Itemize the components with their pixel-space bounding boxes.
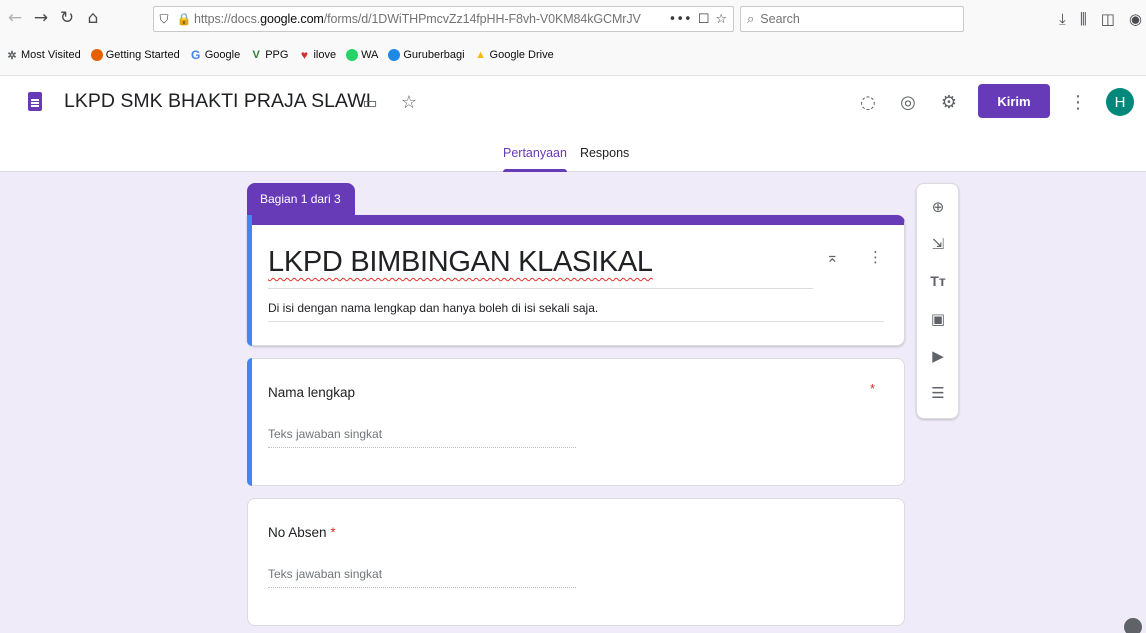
palette-icon[interactable]: ◌ [856, 90, 880, 114]
tab-pertanyaan[interactable]: Pertanyaan [503, 146, 567, 172]
bookmark-star-icon[interactable]: ☆ [715, 12, 727, 27]
browser-toolbar-right: ⤓ ⫼ ◫ ◉ [1059, 6, 1142, 32]
url-bar[interactable]: ⛉ 🔒 https://docs.google.com/forms/d/1DWi… [153, 6, 734, 32]
divider [268, 321, 884, 322]
more-vert-icon[interactable]: ⋮ [1066, 90, 1090, 114]
question-card[interactable]: Nama lengkap * Teks jawaban singkat [247, 358, 905, 486]
divider [268, 288, 813, 289]
document-title[interactable]: LKPD SMK BHAKTI PRAJA SLAWI [64, 90, 371, 113]
form-floating-toolbar: ⊕ ⇲ Tт ▣ ▶ ☰ [916, 183, 959, 419]
account-icon[interactable]: ◉ [1129, 10, 1142, 28]
add-section-icon[interactable]: ☰ [927, 382, 949, 404]
focus-accent-bar [247, 358, 252, 486]
firefox-icon [90, 49, 103, 61]
google-icon: G [191, 48, 201, 62]
search-icon: ⌕ [747, 11, 755, 27]
add-title-icon[interactable]: Tт [927, 270, 949, 292]
answer-line [268, 447, 576, 448]
settings-icon[interactable]: ⚙ [937, 90, 961, 114]
bookmark-google-drive[interactable]: ▲ Google Drive [475, 49, 554, 61]
required-asterisk: * [330, 525, 336, 540]
question-label[interactable]: Nama lengkap [268, 385, 355, 400]
form-title[interactable]: LKPD BIMBINGAN KLASIKAL [268, 246, 653, 279]
question-label[interactable]: No Absen * [268, 525, 336, 540]
whatsapp-icon [346, 49, 359, 61]
avatar[interactable]: H [1106, 88, 1134, 116]
gear-icon: ✲ [7, 49, 17, 62]
library-icon[interactable]: ⫼ [1080, 10, 1087, 28]
star-icon[interactable]: ☆ [397, 90, 421, 114]
answer-placeholder: Teks jawaban singkat [268, 427, 383, 441]
folder-icon[interactable]: ▭ [358, 90, 382, 114]
help-icon[interactable] [1124, 618, 1142, 633]
bookmark-wa[interactable]: WA [346, 49, 378, 61]
bookmark-ppg[interactable]: V PPG [250, 49, 289, 61]
form-title-card[interactable]: LKPD BIMBINGAN KLASIKAL ⌅ ⋮ Di isi denga… [247, 215, 905, 346]
download-icon[interactable]: ⤓ [1059, 10, 1066, 28]
send-button[interactable]: Kirim [978, 84, 1050, 118]
forms-tabs: Pertanyaan Respons [503, 146, 629, 172]
search-placeholder: Search [760, 12, 800, 26]
heart-icon: ♥ [300, 48, 308, 62]
bookmark-guruberbagi[interactable]: Guruberbagi [388, 49, 465, 61]
collapse-icon[interactable]: ⌅ [826, 248, 839, 266]
page-actions-icon[interactable]: ••• [669, 12, 692, 27]
back-arrow-icon[interactable]: ← [2, 5, 28, 31]
more-vert-icon[interactable]: ⋮ [868, 248, 883, 266]
answer-line [268, 587, 576, 588]
lock-icon[interactable]: 🔒 [174, 12, 194, 26]
url-text[interactable]: https://docs.google.com/forms/d/1DWiTHPm… [194, 12, 669, 26]
bookmark-getting-started[interactable]: Getting Started [90, 49, 180, 61]
forward-arrow-icon[interactable]: → [28, 5, 54, 31]
bookmarks-toolbar: ✲ Most Visited Getting Started G Google VP… [0, 36, 1146, 76]
browser-search-bar[interactable]: ⌕ Search [740, 6, 964, 32]
ppg-icon: V [252, 49, 260, 61]
shield-icon[interactable]: ⛉ [154, 12, 174, 27]
sidebar-icon[interactable]: ◫ [1101, 10, 1115, 28]
answer-placeholder: Teks jawaban singkat [268, 567, 383, 581]
focus-accent-bar [247, 215, 252, 346]
forms-logo-icon[interactable] [28, 92, 42, 111]
reload-icon[interactable]: ↻ [54, 5, 80, 31]
question-card[interactable]: No Absen * Teks jawaban singkat [247, 498, 905, 626]
preview-eye-icon[interactable]: ◎ [896, 90, 920, 114]
required-asterisk: * [870, 381, 876, 396]
drive-icon: ▲ [475, 49, 486, 61]
add-image-icon[interactable]: ▣ [927, 308, 949, 330]
bookmark-google[interactable]: G Google [190, 48, 240, 62]
guruberbagi-icon [388, 49, 401, 61]
import-questions-icon[interactable]: ⇲ [927, 233, 949, 255]
add-question-icon[interactable]: ⊕ [927, 196, 949, 218]
pocket-icon[interactable]: ☐ [698, 12, 710, 27]
add-video-icon[interactable]: ▶ [927, 345, 949, 367]
forms-header: LKPD SMK BHAKTI PRAJA SLAWI ▭ ☆ ◌ ◎ ⚙ Ki… [0, 76, 1146, 172]
tab-respons[interactable]: Respons [580, 146, 629, 172]
form-description[interactable]: Di isi dengan nama lengkap dan hanya bol… [268, 301, 598, 315]
bookmark-ilove[interactable]: ♥ ilove [298, 48, 336, 62]
bookmark-most-visited[interactable]: ✲ Most Visited [6, 49, 80, 62]
section-label: Bagian 1 dari 3 [247, 183, 355, 215]
home-icon[interactable]: ⌂ [80, 5, 106, 31]
